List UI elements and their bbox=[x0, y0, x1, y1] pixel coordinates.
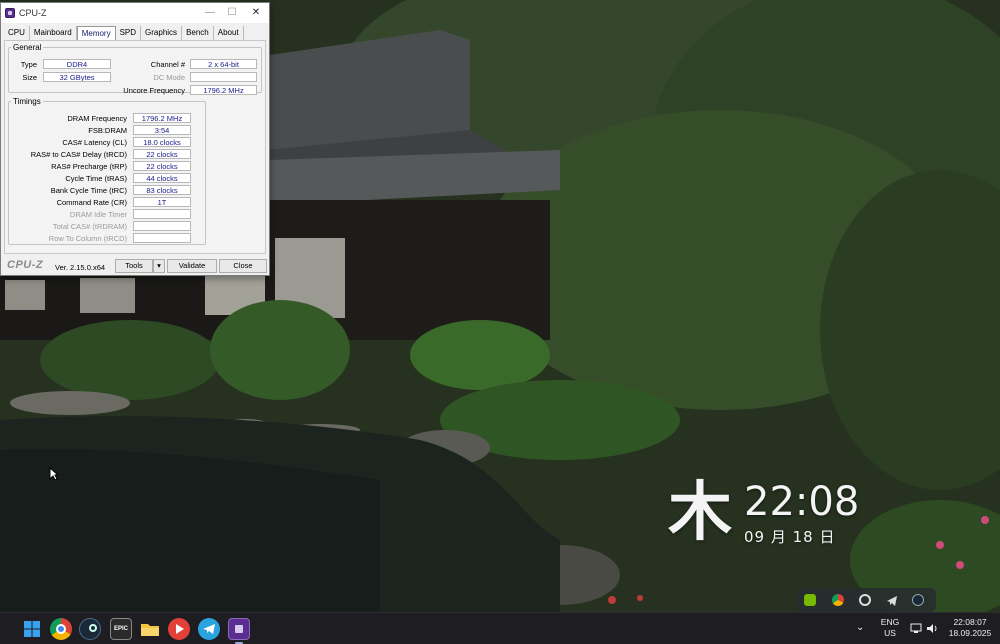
telegram-tray-icon[interactable] bbox=[886, 594, 898, 606]
tab-cpu[interactable]: CPU bbox=[4, 26, 30, 40]
row-to-column-label: Row To Column (tRCD) bbox=[48, 234, 127, 243]
clock-date: 09 月 18 日 bbox=[744, 528, 836, 546]
row-to-column-value bbox=[133, 233, 191, 243]
network-icon[interactable] bbox=[910, 623, 922, 637]
maximize-button[interactable]: ☐ bbox=[221, 3, 243, 23]
telegram-icon[interactable] bbox=[198, 618, 220, 640]
system-clock[interactable]: 22:08:07 18.09.2025 bbox=[944, 617, 996, 639]
dram-frequency-label: DRAM Frequency bbox=[67, 114, 127, 123]
tools-button[interactable]: Tools bbox=[115, 259, 153, 273]
command-rate-value: 1T bbox=[133, 197, 191, 207]
steam-tray-icon[interactable] bbox=[912, 594, 924, 606]
sync-tray-icon[interactable] bbox=[859, 594, 871, 606]
validate-button[interactable]: Validate bbox=[167, 259, 217, 273]
uncore-label: Uncore Frequency bbox=[123, 86, 185, 95]
mouse-cursor-icon bbox=[49, 467, 59, 481]
trp-value: 22 clocks bbox=[133, 161, 191, 171]
channel-label: Channel # bbox=[150, 60, 185, 69]
total-cas-value bbox=[133, 221, 191, 231]
language-indicator[interactable]: ENG US bbox=[878, 617, 902, 639]
total-cas-label: Total CAS# (tRDRAM) bbox=[52, 222, 127, 231]
trp-label: RAS# Precharge (tRP) bbox=[51, 162, 127, 171]
window-title: CPU-Z bbox=[19, 8, 47, 18]
trc-label: Bank Cycle Time (tRC) bbox=[50, 186, 127, 195]
cpuz-brand-logo: CPU-Z bbox=[7, 259, 44, 271]
tools-dropdown-arrow[interactable]: ▾ bbox=[153, 259, 165, 273]
size-value: 32 GBytes bbox=[43, 72, 111, 82]
close-window-button[interactable]: ✕ bbox=[245, 3, 267, 23]
close-button[interactable]: Close bbox=[219, 259, 267, 273]
dcmode-label: DC Mode bbox=[153, 73, 185, 82]
cpuz-window: CPU-Z — ☐ ✕ CPU Mainboard Memory SPD Gra… bbox=[0, 2, 270, 276]
epic-games-icon[interactable]: EPIC bbox=[110, 618, 132, 640]
tab-graphics[interactable]: Graphics bbox=[141, 26, 183, 40]
size-label: Size bbox=[22, 73, 37, 82]
cpuz-app-icon bbox=[5, 8, 15, 18]
timings-group: Timings DRAM Frequency 1796.2 MHz FSB:DR… bbox=[8, 97, 206, 245]
language-code: ENG bbox=[880, 617, 900, 627]
type-label: Type bbox=[20, 60, 37, 69]
system-date: 18.09.2025 bbox=[948, 628, 992, 638]
memory-panel: General Type DDR4 Size 32 GBytes Channel… bbox=[4, 40, 266, 254]
footer-bar: CPU-Z Ver. 2.15.0.x64 Tools ▾ Validate C… bbox=[1, 257, 269, 275]
title-bar[interactable]: CPU-Z — ☐ ✕ bbox=[1, 3, 269, 23]
tab-bench[interactable]: Bench bbox=[182, 26, 214, 40]
tras-value: 44 clocks bbox=[133, 173, 191, 183]
minimize-button[interactable]: — bbox=[199, 3, 221, 23]
tab-spd[interactable]: SPD bbox=[116, 26, 142, 40]
uncore-value: 1796.2 MHz bbox=[190, 85, 257, 95]
trc-value: 83 clocks bbox=[133, 185, 191, 195]
cpuz-taskbar-icon[interactable] bbox=[228, 618, 250, 640]
trcd-label: RAS# to CAS# Delay (tRCD) bbox=[30, 150, 127, 159]
tab-strip: CPU Mainboard Memory SPD Graphics Bench … bbox=[4, 26, 244, 40]
dcmode-value bbox=[190, 72, 257, 82]
windows-start-icon[interactable] bbox=[21, 618, 43, 640]
system-time: 22:08:07 bbox=[953, 617, 987, 627]
dram-idle-timer-label: DRAM Idle Timer bbox=[69, 210, 127, 219]
tras-label: Cycle Time (tRAS) bbox=[65, 174, 127, 183]
taskbar: EPIC ⌄ ENG US 22:08:07 18.09.2025 bbox=[0, 612, 1000, 644]
general-legend: General bbox=[13, 43, 42, 52]
steam-icon[interactable] bbox=[79, 618, 101, 640]
clock-time: 22:08 bbox=[744, 479, 860, 525]
dram-frequency-value: 1796.2 MHz bbox=[133, 113, 191, 123]
version-label: Ver. 2.15.0.x64 bbox=[55, 263, 106, 272]
dram-idle-timer-value bbox=[133, 209, 191, 219]
fsb-dram-label: FSB:DRAM bbox=[88, 126, 127, 135]
cas-latency-value: 18.0 clocks bbox=[133, 137, 191, 147]
file-explorer-icon[interactable] bbox=[139, 618, 161, 640]
weekday-kanji: 木 bbox=[668, 476, 732, 550]
media-player-icon[interactable] bbox=[168, 618, 190, 640]
volume-icon[interactable] bbox=[926, 623, 939, 637]
cas-latency-label: CAS# Latency (CL) bbox=[62, 138, 127, 147]
fsb-dram-value: 3:54 bbox=[133, 125, 191, 135]
show-hidden-icons-chevron-icon[interactable]: ⌄ bbox=[856, 622, 864, 633]
tab-memory[interactable]: Memory bbox=[76, 26, 116, 40]
tab-mainboard[interactable]: Mainboard bbox=[30, 26, 77, 40]
tray-overflow-popup bbox=[796, 588, 936, 612]
command-rate-label: Command Rate (CR) bbox=[56, 198, 127, 207]
chrome-icon[interactable] bbox=[50, 618, 72, 640]
trcd-value: 22 clocks bbox=[133, 149, 191, 159]
general-group: General Type DDR4 Size 32 GBytes Channel… bbox=[8, 43, 262, 95]
timings-legend: Timings bbox=[13, 97, 41, 106]
keyboard-layout: US bbox=[884, 628, 896, 638]
nvidia-tray-icon[interactable] bbox=[804, 594, 816, 606]
chrome-tray-icon[interactable] bbox=[832, 594, 844, 606]
tab-about[interactable]: About bbox=[214, 26, 244, 40]
channel-value: 2 x 64-bit bbox=[190, 59, 257, 69]
type-value: DDR4 bbox=[43, 59, 111, 69]
